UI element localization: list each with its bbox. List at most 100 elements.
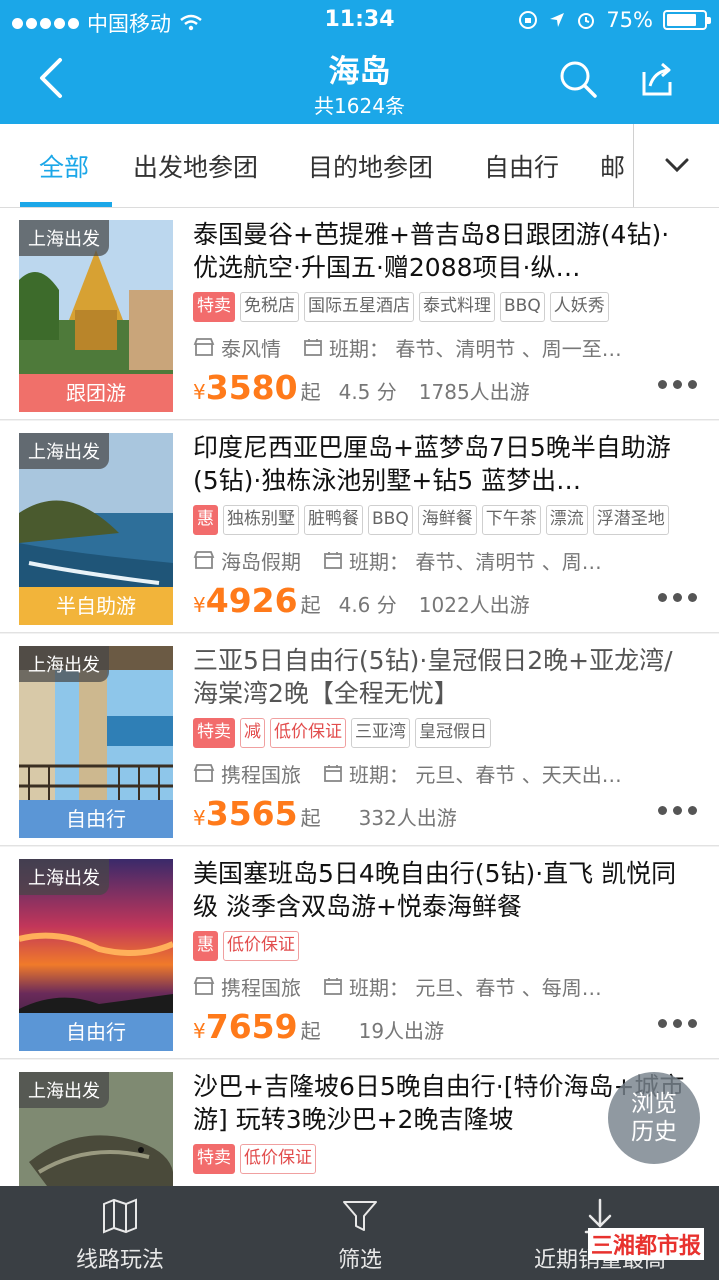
list-item[interactable]: 上海出发 自由行 美国塞班岛5日4晚自由行(5钻)·直飞 凯悦同级 淡季含双岛游…	[0, 847, 719, 1059]
schedule-text: 班期： 春节、清明节 、周…	[349, 549, 602, 574]
filter-icon	[343, 1201, 377, 1231]
search-icon[interactable]	[557, 58, 599, 100]
tour-type-label: 半自助游	[19, 587, 173, 625]
currency-symbol: ¥	[193, 380, 206, 404]
price-row: ¥ 7659 起 19人出游	[193, 1007, 444, 1047]
price-row: ¥ 3580 起 4.5 分 1785人出游	[193, 368, 530, 408]
tag: 惠	[193, 931, 218, 961]
tag: 人妖秀	[549, 292, 609, 322]
price-suffix: 起	[300, 593, 321, 617]
meta-row: 携程国旅 班期： 元旦、春节 、天天出…	[193, 758, 693, 788]
tag: 下午茶	[481, 505, 541, 535]
tag: 特卖	[193, 292, 235, 322]
shop-icon	[193, 338, 215, 356]
rotation-lock-icon	[519, 11, 538, 29]
history-label-line2: 历史	[631, 1119, 677, 1145]
tag: 三亚湾	[351, 718, 410, 748]
currency-symbol: ¥	[193, 806, 206, 830]
shop-icon	[193, 551, 215, 569]
tag: 浮潜圣地	[592, 505, 669, 535]
location-icon	[550, 13, 565, 27]
shop-icon	[193, 764, 215, 782]
product-thumbnail: 上海出发 自由行	[19, 859, 173, 1051]
filter-tabs: 全部 出发地参团 目的地参团 自由行 邮	[0, 124, 719, 208]
tour-type-label: 自由行	[19, 800, 173, 838]
calendar-icon	[324, 765, 342, 782]
tag: 低价保证	[240, 1144, 316, 1174]
supplier-name: 海岛假期	[221, 549, 301, 574]
tab-independent[interactable]: 自由行	[484, 148, 559, 184]
traveler-count: 19人出游	[358, 1019, 445, 1043]
meta-row: 海岛假期 班期： 春节、清明节 、周…	[193, 545, 693, 575]
list-item[interactable]: 上海出发 自由行 三亚5日自由行(5钻)·皇冠假日2晚+亚龙湾/海棠湾2晚【全程…	[0, 634, 719, 846]
price-row: ¥ 3565 起 332人出游	[193, 794, 457, 834]
departure-badge: 上海出发	[19, 646, 109, 682]
filter-button[interactable]: 筛选	[240, 1186, 480, 1280]
tag: 脏鸭餐	[304, 505, 363, 535]
browse-history-button[interactable]: 浏览 历史	[608, 1072, 700, 1164]
tag: BBQ	[368, 505, 413, 535]
supplier-name: 携程国旅	[221, 975, 301, 1000]
tag: 惠	[193, 505, 218, 535]
departure-badge: 上海出发	[19, 220, 109, 256]
alarm-icon	[578, 13, 595, 29]
supplier-name: 泰风情	[221, 336, 281, 361]
product-thumbnail: 上海出发 跟团游	[19, 220, 173, 412]
chevron-down-icon	[665, 158, 689, 173]
route-play-button[interactable]: 线路玩法	[0, 1186, 240, 1280]
tag: 低价保证	[270, 718, 346, 748]
product-title[interactable]: 泰国曼谷+芭提雅+普吉岛8日跟团游(4钻)·优选航空·升国五·赠2088项目·纵…	[193, 218, 693, 284]
schedule-text: 班期： 元旦、春节 、每周…	[349, 975, 602, 1000]
tab-departure-group[interactable]: 出发地参团	[133, 148, 258, 184]
tag: 低价保证	[223, 931, 299, 961]
tour-type-label: 跟团游	[19, 374, 173, 412]
shop-icon	[193, 977, 215, 995]
departure-badge: 上海出发	[19, 859, 109, 895]
currency-symbol: ¥	[193, 1019, 206, 1043]
more-options-icon[interactable]	[658, 806, 697, 815]
rating-score: 4.5 分	[338, 380, 397, 404]
list-item[interactable]: 上海出发 跟团游 泰国曼谷+芭提雅+普吉岛8日跟团游(4钻)·优选航空·升国五·…	[0, 208, 719, 420]
rating-score: 4.6 分	[338, 593, 397, 617]
share-icon[interactable]	[636, 58, 678, 100]
calendar-icon	[304, 339, 322, 356]
schedule-text: 班期： 元旦、春节 、天天出…	[349, 762, 622, 787]
price-value: 7659	[205, 1007, 298, 1046]
product-title[interactable]: 印度尼西亚巴厘岛+蓝梦岛7日5晚半自助游(5钻)·独栋泳池别墅+钻5 蓝梦出…	[193, 431, 693, 497]
tabs-expand-button[interactable]	[633, 124, 719, 207]
supplier-name: 携程国旅	[221, 762, 301, 787]
tag: 独栋别墅	[223, 505, 299, 535]
product-title[interactable]: 美国塞班岛5日4晚自由行(5钻)·直飞 凯悦同级 淡季含双岛游+悦泰海鲜餐	[193, 857, 693, 923]
tag: 皇冠假日	[415, 718, 491, 748]
tab-all[interactable]: 全部	[39, 148, 89, 184]
departure-badge: 上海出发	[19, 433, 109, 469]
price-value: 3580	[205, 368, 298, 407]
more-options-icon[interactable]	[658, 380, 697, 389]
meta-row: 携程国旅 班期： 元旦、春节 、每周…	[193, 971, 693, 1001]
filter-label: 筛选	[337, 1248, 382, 1273]
tab-destination-group[interactable]: 目的地参团	[308, 148, 433, 184]
tag: 泰式料理	[419, 292, 495, 322]
top-bar: 中国移动 11:34 75% 海岛 共1624条	[0, 0, 719, 124]
tag-row: 惠 独栋别墅 脏鸭餐 BBQ 海鲜餐 下午茶 漂流 浮潜圣地	[193, 505, 703, 535]
status-bar: 中国移动 11:34 75%	[0, 0, 719, 40]
tab-cruise[interactable]: 邮	[600, 148, 625, 184]
traveler-count: 1785人出游	[418, 380, 530, 404]
list-item[interactable]: 上海出发 半自助游 印度尼西亚巴厘岛+蓝梦岛7日5晚半自助游(5钻)·独栋泳池别…	[0, 421, 719, 633]
battery-icon	[663, 10, 711, 30]
history-label-line1: 浏览	[631, 1091, 677, 1117]
tag: 减	[240, 718, 265, 748]
tag: BBQ	[500, 292, 545, 322]
price-row: ¥ 4926 起 4.6 分 1022人出游	[193, 581, 530, 621]
schedule-text: 班期： 春节、清明节 、周一至…	[329, 336, 622, 361]
battery-percent: 75%	[606, 8, 653, 32]
tag: 特卖	[193, 718, 235, 748]
price-suffix: 起	[300, 1019, 321, 1043]
product-title[interactable]: 三亚5日自由行(5钻)·皇冠假日2晚+亚龙湾/海棠湾2晚【全程无忧】	[193, 644, 693, 710]
more-options-icon[interactable]	[658, 593, 697, 602]
departure-badge: 上海出发	[19, 1072, 109, 1108]
meta-row: 泰风情 班期： 春节、清明节 、周一至…	[193, 332, 693, 362]
currency-symbol: ¥	[193, 593, 206, 617]
tag: 特卖	[193, 1144, 235, 1174]
more-options-icon[interactable]	[658, 1019, 697, 1028]
